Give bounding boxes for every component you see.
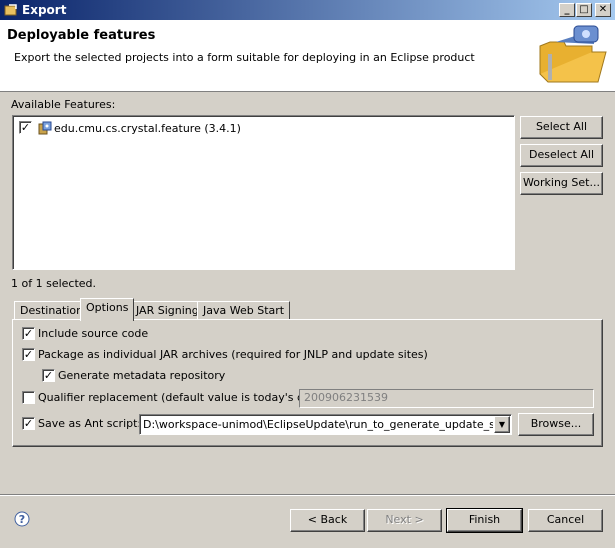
ant-script-path: D:\workspace-unimod\EclipseUpdate\run_to…: [143, 418, 493, 431]
feature-label: edu.cmu.cs.crystal.feature (3.4.1): [54, 122, 241, 135]
qualifier-field[interactable]: 200906231539: [299, 389, 594, 408]
export-icon: [4, 4, 17, 16]
ant-script-label: Save as Ant script:: [38, 417, 142, 430]
feature-checkbox[interactable]: ✓: [19, 121, 32, 134]
list-item[interactable]: ✓ edu.cmu.cs.crystal.feature (3.4.1): [18, 120, 318, 136]
window-title: Export: [22, 3, 67, 17]
page-title: Deployable features: [7, 28, 156, 43]
tab-java-web-start[interactable]: Java Web Start: [197, 301, 291, 320]
include-source-label: Include source code: [38, 327, 149, 340]
next-button[interactable]: Next >: [367, 509, 442, 532]
tab-jar-signing[interactable]: JAR Signing: [130, 301, 205, 320]
deselect-all-button[interactable]: Deselect All: [520, 144, 603, 167]
metadata-label: Generate metadata repository: [58, 369, 226, 382]
chevron-down-icon: ▼: [498, 420, 506, 429]
select-all-button[interactable]: Select All: [520, 116, 603, 139]
ant-script-combo[interactable]: D:\workspace-unimod\EclipseUpdate\run_to…: [139, 414, 512, 435]
working-set-button[interactable]: Working Set...: [520, 172, 603, 195]
finish-button[interactable]: Finish: [446, 508, 523, 533]
page-description: Export the selected projects into a form…: [14, 51, 475, 64]
combo-dropdown-button[interactable]: ▼: [494, 416, 510, 433]
browse-button[interactable]: Browse...: [518, 413, 594, 436]
close-button[interactable]: ✕: [595, 3, 611, 17]
feature-plugin-icon: [38, 121, 52, 135]
maximize-button[interactable]: □: [576, 3, 592, 17]
export-wizard-banner-icon: [539, 25, 607, 83]
footer-separator: [0, 494, 615, 496]
svg-text:?: ?: [19, 513, 25, 526]
package-jars-checkbox[interactable]: ✓: [22, 348, 35, 361]
tab-options[interactable]: Options: [80, 298, 135, 321]
available-features-label: Available Features:: [11, 98, 116, 111]
metadata-checkbox[interactable]: ✓: [42, 369, 55, 382]
qualifier-checkbox[interactable]: [22, 391, 35, 404]
selection-count: 1 of 1 selected.: [11, 277, 97, 290]
title-bar[interactable]: Export _ □ ✕: [0, 0, 615, 20]
back-button[interactable]: < Back: [290, 509, 365, 532]
help-icon[interactable]: ?: [14, 511, 30, 527]
wizard-header: Deployable features Export the selected …: [0, 20, 615, 92]
package-jars-label: Package as individual JAR archives (requ…: [38, 348, 428, 361]
include-source-checkbox[interactable]: ✓: [22, 327, 35, 340]
qualifier-label: Qualifier replacement (default value is …: [38, 391, 330, 404]
tab-destination[interactable]: Destination: [14, 301, 90, 320]
ant-script-checkbox[interactable]: ✓: [22, 417, 35, 430]
minimize-button[interactable]: _: [559, 3, 575, 17]
cancel-button[interactable]: Cancel: [528, 509, 603, 532]
features-list[interactable]: ✓ edu.cmu.cs.crystal.feature (3.4.1): [12, 115, 515, 270]
